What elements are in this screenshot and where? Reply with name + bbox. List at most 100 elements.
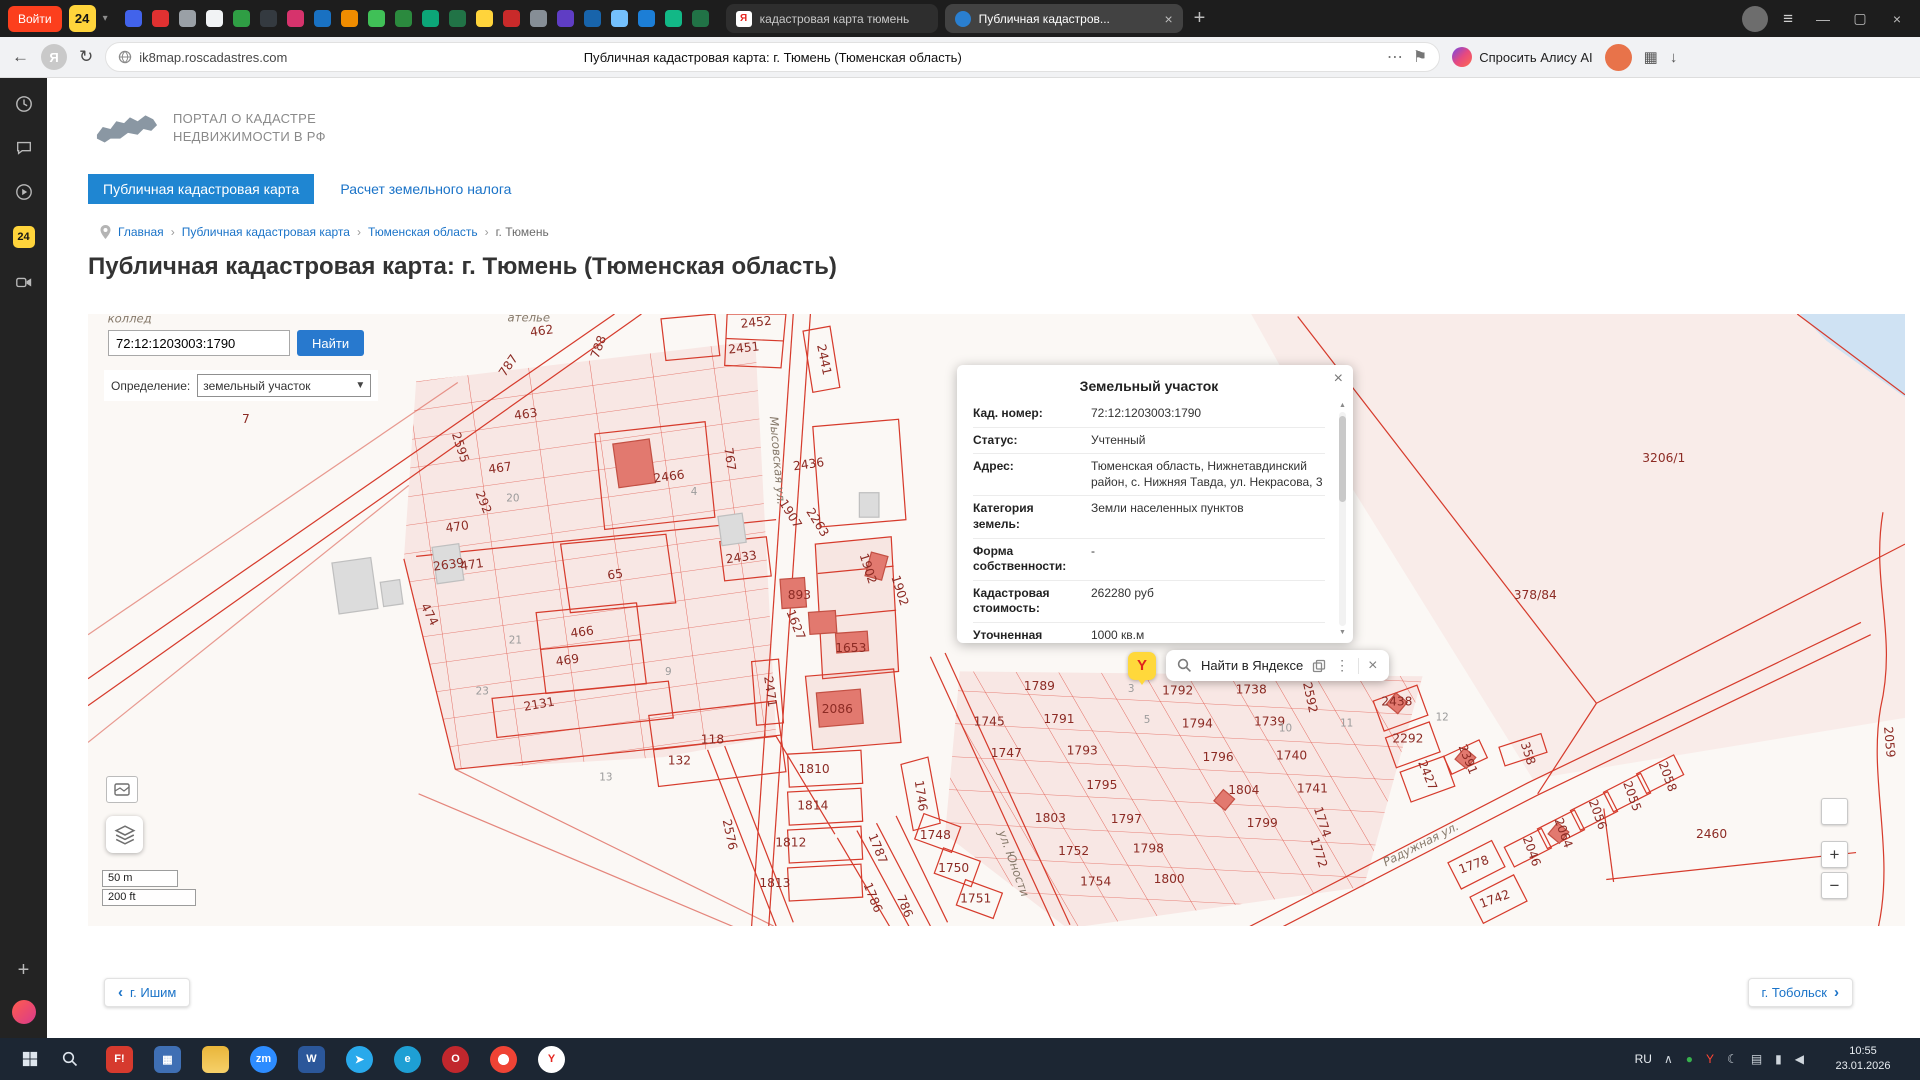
downloads-icon[interactable]: ↓ <box>1670 49 1678 66</box>
yandex-search-label[interactable]: Найти в Яндексе <box>1201 658 1303 673</box>
site-favicon[interactable] <box>557 10 574 27</box>
video-play-icon[interactable] <box>14 182 34 202</box>
site-favicon[interactable] <box>530 10 547 27</box>
site-favicon[interactable] <box>503 10 520 27</box>
find-button[interactable]: Найти <box>297 330 364 356</box>
start-button[interactable] <box>10 1051 50 1067</box>
app-explorer[interactable] <box>202 1046 229 1073</box>
site-favicon[interactable] <box>314 10 331 27</box>
browser-profile-avatar[interactable] <box>1742 6 1768 32</box>
site-favicon[interactable] <box>152 10 169 27</box>
browser-login-button[interactable]: Войти <box>8 6 62 32</box>
yandex24-badge[interactable]: 24 <box>69 5 96 32</box>
zoom-in-button[interactable]: + <box>1821 841 1848 868</box>
app-opera[interactable]: O <box>442 1046 469 1073</box>
site-favicon[interactable] <box>179 10 196 27</box>
site-logo[interactable]: ПОРТАЛ О КАДАСТРЕ НЕДВИЖИМОСТИ В РФ <box>95 108 1920 148</box>
app-calculator[interactable]: ▦ <box>154 1046 181 1073</box>
ask-alice-button[interactable]: Спросить Алису AI <box>1452 47 1592 67</box>
site-favicon[interactable] <box>287 10 304 27</box>
breadcrumb-item[interactable]: Публичная кадастровая карта <box>182 225 350 239</box>
app-telegram[interactable]: ➤ <box>346 1046 373 1073</box>
tray-yandex-icon[interactable]: Y <box>1706 1052 1714 1066</box>
site-favicon[interactable] <box>476 10 493 27</box>
site-favicon[interactable] <box>125 10 142 27</box>
tray-keyboard-icon[interactable]: ▤ <box>1751 1052 1762 1066</box>
fullscreen-button[interactable] <box>1821 798 1848 825</box>
close-icon[interactable]: × <box>1368 657 1377 675</box>
app-word[interactable]: W <box>298 1046 325 1073</box>
scroll-down-icon[interactable]: ▼ <box>1337 629 1348 636</box>
site-favicon[interactable] <box>341 10 358 27</box>
overview-map-button[interactable] <box>106 776 138 803</box>
chevron-down-icon[interactable]: ▾ <box>103 13 108 24</box>
taskbar-clock[interactable]: 10:55 23.01.2026 <box>1826 1044 1900 1074</box>
tab-close-icon[interactable]: × <box>1164 11 1172 27</box>
breadcrumb-item[interactable]: Тюменская область <box>368 225 478 239</box>
next-city-button[interactable]: г. Тобольск › <box>1748 978 1853 1007</box>
history-icon[interactable] <box>14 94 34 114</box>
cadastral-number-input[interactable] <box>108 330 290 356</box>
site-favicon[interactable] <box>422 10 439 27</box>
tray-volume-icon[interactable]: ◀ <box>1795 1052 1804 1066</box>
yandex-button[interactable]: Я <box>41 44 67 70</box>
layers-button[interactable] <box>106 816 143 853</box>
site-favicon[interactable] <box>233 10 250 27</box>
tray-moon-icon[interactable]: ☾ <box>1727 1052 1738 1066</box>
site-favicon[interactable] <box>692 10 709 27</box>
definition-select[interactable]: земельный участок ▼ <box>197 374 371 397</box>
site-favicon[interactable] <box>368 10 385 27</box>
tab-land-tax-calc[interactable]: Расчет земельного налога <box>340 181 511 197</box>
new-tab-button[interactable]: + <box>1194 7 1206 30</box>
app-f1[interactable]: F! <box>106 1046 133 1073</box>
tray-battery-icon[interactable]: ▮ <box>1775 1052 1782 1066</box>
prev-city-button[interactable]: ‹ г. Ишим <box>104 978 190 1007</box>
browser-tab-inactive[interactable]: Я кадастровая карта тюмень <box>726 4 938 33</box>
reload-icon[interactable]: ↻ <box>79 47 93 67</box>
site-favicon[interactable] <box>260 10 277 27</box>
window-maximize-icon[interactable]: ▢ <box>1845 10 1875 27</box>
address-bar[interactable]: ik8map.roscadastres.com Публичная кадаст… <box>105 42 1440 72</box>
sidebar-add-icon[interactable]: + <box>18 959 30 982</box>
yandex-pin-icon[interactable]: Y <box>1128 652 1156 680</box>
taskbar-search-icon[interactable] <box>50 1051 90 1067</box>
chat-icon[interactable] <box>14 138 34 158</box>
site-favicon[interactable] <box>611 10 628 27</box>
back-icon[interactable]: ← <box>12 47 29 67</box>
camera-icon[interactable] <box>14 272 34 292</box>
alice-sidebar-icon[interactable] <box>12 1000 36 1024</box>
popup-close-icon[interactable]: × <box>1334 371 1343 387</box>
site-favicon[interactable] <box>395 10 412 27</box>
more-options-icon[interactable]: ⋯ <box>1387 47 1403 67</box>
site-favicon[interactable] <box>449 10 466 27</box>
zoom-out-button[interactable]: − <box>1821 872 1848 899</box>
app-yandex[interactable]: Y <box>538 1046 565 1073</box>
popup-scrollbar[interactable]: ▲ ▼ <box>1337 405 1348 633</box>
window-minimize-icon[interactable]: — <box>1808 11 1838 27</box>
breadcrumb-item[interactable]: Главная <box>118 225 164 239</box>
browser-menu-icon[interactable]: ≡ <box>1783 9 1793 29</box>
app-chrome[interactable] <box>490 1046 517 1073</box>
user-avatar[interactable] <box>1605 44 1632 71</box>
site-favicon[interactable] <box>638 10 655 27</box>
tab-public-cadastral-map[interactable]: Публичная кадастровая карта <box>88 174 314 204</box>
site-favicon[interactable] <box>584 10 601 27</box>
collections-icon[interactable]: ▦ <box>1644 48 1658 66</box>
copy-icon[interactable] <box>1312 659 1326 673</box>
sidebar-24-badge[interactable]: 24 <box>13 226 35 248</box>
window-close-icon[interactable]: × <box>1882 11 1912 27</box>
bookmark-flag-icon[interactable]: ⚑ <box>1413 47 1427 67</box>
scrollbar-track[interactable] <box>1339 412 1346 626</box>
browser-tab-active[interactable]: Публичная кадастров... × <box>945 4 1183 33</box>
app-zoom[interactable]: zm <box>250 1046 277 1073</box>
scrollbar-thumb[interactable] <box>1339 416 1346 502</box>
tray-antivirus-icon[interactable]: ● <box>1686 1052 1693 1066</box>
search-icon[interactable] <box>1177 658 1192 673</box>
site-favicon[interactable] <box>206 10 223 27</box>
kebab-menu-icon[interactable]: ⋮ <box>1335 657 1349 674</box>
scroll-up-icon[interactable]: ▲ <box>1337 402 1348 409</box>
app-edge[interactable]: e <box>394 1046 421 1073</box>
tray-chevron-icon[interactable]: ∧ <box>1664 1052 1673 1066</box>
breadcrumb-item[interactable]: г. Тюмень <box>496 225 549 239</box>
site-favicon[interactable] <box>665 10 682 27</box>
